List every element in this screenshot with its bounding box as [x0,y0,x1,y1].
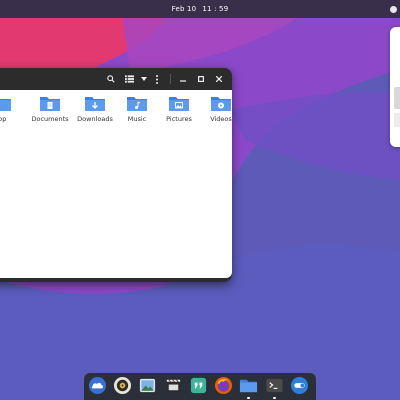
folder-desktop[interactable]: top [0,94,26,134]
close-button[interactable] [212,72,226,86]
terminal-icon [266,378,283,393]
weather-app-icon [88,376,107,395]
folder-label: Downloads [77,115,113,123]
header-separator [170,74,171,84]
sort-dropdown-button[interactable] [137,72,151,86]
dock-files[interactable] [238,375,259,396]
popup-scroll-track [394,113,400,127]
maximize-button[interactable] [194,72,208,86]
search-button[interactable] [104,72,118,86]
maximize-icon [198,76,204,82]
system-indicator-icon [390,5,397,13]
top-bar: Feb 10 11 : 59 [0,0,400,18]
video-editor-icon [166,379,181,393]
system-tray[interactable] [383,0,400,18]
menu-button[interactable] [150,72,164,86]
downloads-folder-icon [85,97,105,111]
folder-documents[interactable]: Documents [25,94,75,134]
dock-firefox[interactable] [213,375,234,396]
file-view[interactable]: top Documents Downloads Music Pictures V… [0,90,232,278]
folder-label: Documents [31,115,69,123]
chevron-down-icon [141,77,147,81]
quotes-app-icon [190,377,207,394]
firefox-icon [214,376,233,395]
pictures-folder-icon [169,97,189,111]
minimize-icon [180,80,186,82]
view-mode-button[interactable] [122,72,136,86]
videos-folder-icon [211,97,231,111]
folder-label: Pictures [166,115,192,123]
desktop-folder-icon [0,99,11,111]
file-manager-window: top Documents Downloads Music Pictures V… [0,68,232,282]
clock-time: 11 : 59 [202,5,229,13]
dock-toggle-app[interactable] [289,375,310,396]
dock-image-viewer[interactable] [137,375,158,396]
window-header-bar[interactable] [0,68,232,90]
dock [84,373,316,400]
folder-videos[interactable]: Videos [196,94,232,134]
running-indicator [273,397,276,399]
dock-quotes-app[interactable] [188,375,209,396]
dock-weather-app[interactable] [87,375,108,396]
running-indicator [247,397,250,399]
minimize-button[interactable] [176,72,190,86]
close-icon [216,76,222,82]
documents-folder-icon [40,97,60,111]
dock-rhythmbox[interactable] [112,375,133,396]
menu-icon [156,74,158,84]
files-icon [239,379,258,393]
folder-label: Music [127,115,147,123]
music-folder-icon [127,97,147,111]
list-view-icon [124,75,134,83]
toggle-app-icon [290,376,309,395]
dock-video-editor[interactable] [163,375,184,396]
folder-label: top [0,115,7,123]
search-icon [107,75,115,83]
dock-terminal[interactable] [264,375,285,396]
image-viewer-icon [139,378,156,393]
clock[interactable]: Feb 10 11 : 59 [172,5,229,13]
popup-scroll-thumb[interactable] [394,87,400,109]
rhythmbox-icon [113,376,132,395]
side-popup-panel[interactable] [390,27,400,147]
clock-date: Feb 10 [171,5,197,13]
folder-label: Videos [210,115,232,123]
